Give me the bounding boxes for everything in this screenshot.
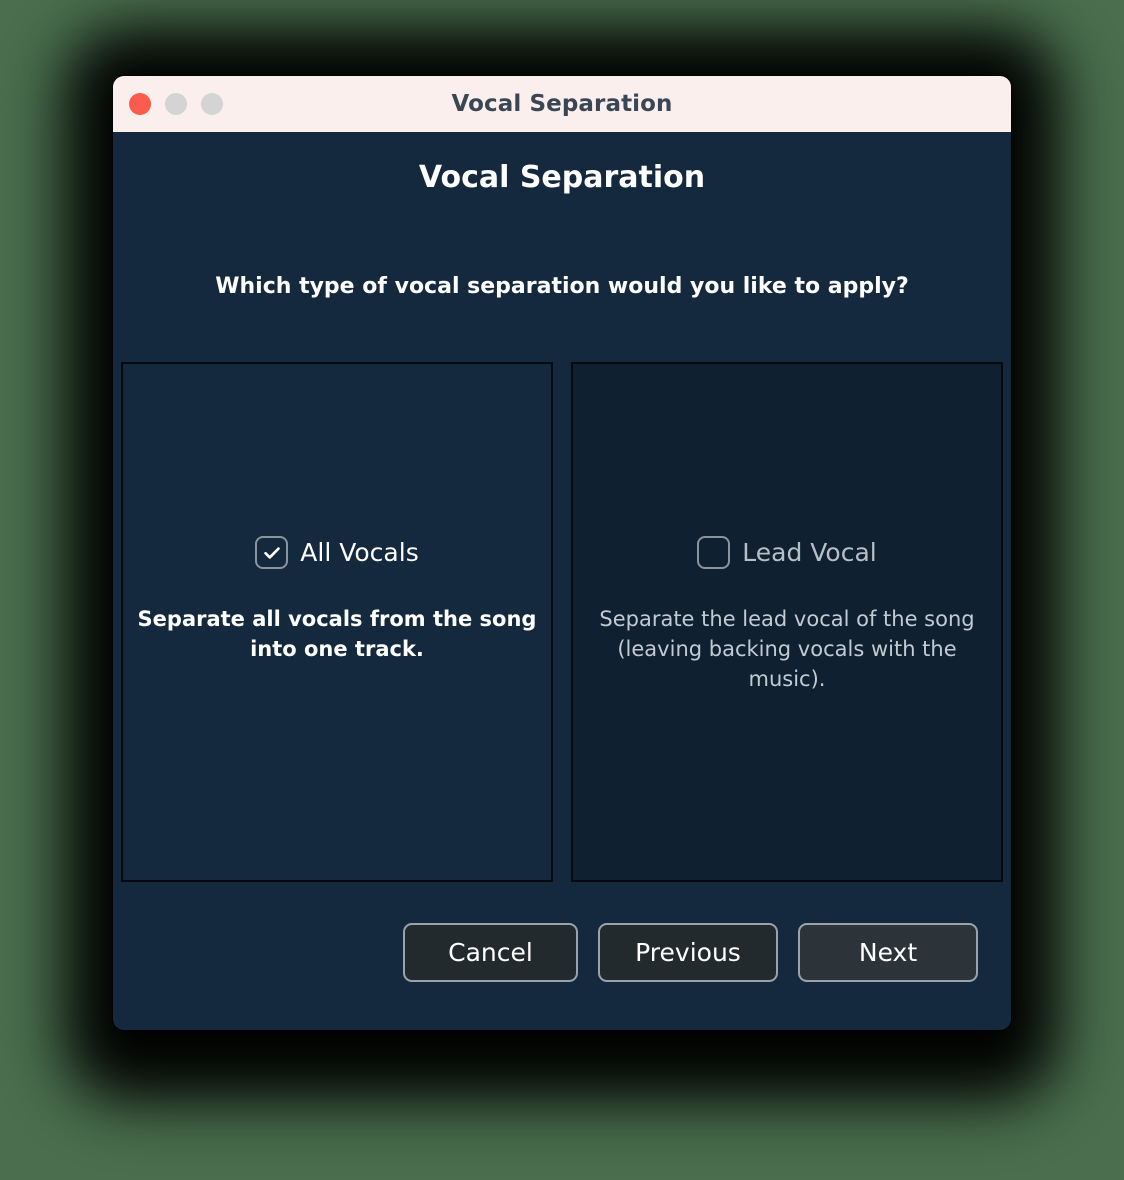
close-icon[interactable]	[129, 93, 151, 115]
option-label-all-vocals: All Vocals	[300, 538, 419, 567]
prompt-text: Which type of vocal separation would you…	[215, 274, 909, 299]
cancel-button[interactable]: Cancel	[403, 922, 578, 982]
window-title: Vocal Separation	[451, 91, 673, 117]
traffic-light-controls	[129, 93, 223, 115]
vocal-separation-window: Vocal Separation Vocal Separation Which …	[113, 76, 1011, 1030]
dialog-footer: Cancel Previous Next	[113, 882, 1011, 1030]
option-check-row-all-vocals[interactable]: All Vocals	[255, 536, 419, 569]
option-check-row-lead-vocal[interactable]: Lead Vocal	[697, 536, 877, 569]
option-panel-lead-vocal[interactable]: Lead Vocal Separate the lead vocal of th…	[571, 362, 1003, 882]
option-description-all-vocals: Separate all vocals from the song into o…	[137, 607, 537, 661]
dialog-body: Vocal Separation Which type of vocal sep…	[113, 132, 1011, 1030]
minimize-icon[interactable]	[165, 93, 187, 115]
next-button[interactable]: Next	[798, 922, 978, 982]
option-description-lead-vocal: Separate the lead vocal of the song (lea…	[599, 607, 975, 691]
window-titlebar[interactable]: Vocal Separation	[113, 76, 1011, 132]
checkbox-all-vocals[interactable]	[255, 536, 289, 569]
option-panels: All Vocals Separate all vocals from the …	[121, 362, 1003, 882]
previous-button[interactable]: Previous	[598, 922, 778, 982]
zoom-icon[interactable]	[201, 93, 223, 115]
option-label-lead-vocal: Lead Vocal	[742, 538, 877, 567]
option-panel-all-vocals[interactable]: All Vocals Separate all vocals from the …	[121, 362, 553, 882]
checkbox-lead-vocal[interactable]	[697, 536, 731, 569]
page-title: Vocal Separation	[418, 160, 706, 195]
